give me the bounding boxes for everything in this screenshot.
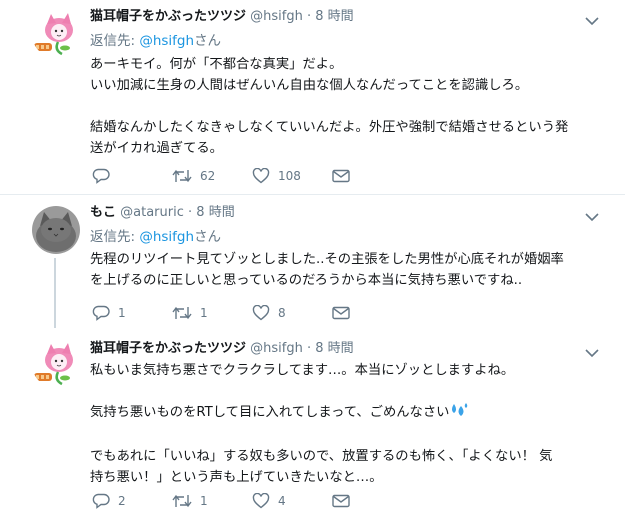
message-button[interactable] [332, 166, 350, 186]
tweet-header: 猫耳帽子をかぶったツツジ @hsifgh · 8 時間 [90, 8, 354, 26]
like-button[interactable]: 4 [252, 491, 286, 511]
avatar-cat-flower[interactable] [32, 10, 80, 58]
reply-suffix: さん [194, 229, 222, 245]
reply-button[interactable] [92, 166, 118, 186]
tweet-text: 私もいま気持ち悪さでクラクラしてます…。本当にゾッとしますよね。 気持ち悪いもの… [90, 360, 615, 488]
reply-icon [92, 305, 110, 321]
avatar-cat-flower[interactable] [32, 340, 80, 388]
thread-connector-line [54, 258, 56, 328]
retweet-count: 1 [200, 494, 208, 508]
display-name[interactable]: 猫耳帽子をかぶったツツジ [90, 341, 246, 356]
tweet-text: あーキモイ。何が「不都合な真実」だよ。 いい加減に生身の人間はぜんいん自由な個人… [90, 57, 569, 156]
retweet-count: 1 [200, 306, 208, 320]
message-button[interactable] [332, 303, 350, 323]
user-handle[interactable]: @ataruric [120, 205, 184, 220]
tweet-actions: 1 1 8 [90, 303, 390, 323]
timestamp[interactable]: 8 時間 [315, 341, 353, 356]
envelope-icon [332, 169, 350, 183]
timestamp[interactable]: 8 時間 [315, 9, 353, 24]
tweet-text: 先程のリツイート見てゾッとしました..その主張をした男性が心底それが婚姻率 を上… [90, 252, 564, 288]
reply-handle-link[interactable]: @hsifgh [139, 33, 194, 49]
message-button[interactable] [332, 491, 350, 511]
retweet-icon [172, 169, 192, 183]
like-count: 4 [278, 494, 286, 508]
reply-button[interactable]: 1 [92, 303, 126, 323]
avatar-cat-photo[interactable] [32, 206, 80, 254]
reply-to-line: 返信先: @hsifghさん [90, 32, 221, 50]
reply-count: 2 [118, 494, 126, 508]
chevron-down-icon[interactable] [585, 343, 603, 358]
reply-suffix: さん [194, 33, 222, 49]
tweet-actions: 2 1 4 [90, 491, 390, 511]
heart-icon [252, 305, 270, 321]
reply-prefix: 返信先: [90, 229, 140, 245]
retweet-button[interactable]: 1 [172, 491, 208, 511]
reply-handle-link[interactable]: @hsifgh [139, 229, 194, 245]
sweat-droplets-icon [449, 402, 469, 425]
reply-icon [92, 168, 110, 184]
display-name[interactable]: 猫耳帽子をかぶったツツジ [90, 9, 246, 24]
envelope-icon [332, 306, 350, 320]
retweet-icon [172, 494, 192, 508]
retweet-count: 62 [200, 169, 216, 183]
display-name[interactable]: もこ [90, 205, 116, 220]
tweet-actions: 62 108 [90, 166, 390, 186]
chevron-down-icon[interactable] [585, 11, 603, 26]
like-count: 8 [278, 306, 286, 320]
separator-dot: · [188, 205, 193, 220]
tweet-header: もこ @ataruric · 8 時間 [90, 204, 235, 222]
envelope-icon [332, 494, 350, 508]
reply-to-line: 返信先: @hsifghさん [90, 228, 221, 246]
user-handle[interactable]: @hsifgh [250, 9, 303, 24]
retweet-icon [172, 306, 192, 320]
reply-count: 1 [118, 306, 126, 320]
reply-prefix: 返信先: [90, 33, 140, 49]
heart-icon [252, 493, 270, 509]
retweet-button[interactable]: 62 [172, 166, 215, 186]
separator-dot: · [307, 341, 312, 356]
tweet-header: 猫耳帽子をかぶったツツジ @hsifgh · 8 時間 [90, 340, 354, 358]
retweet-button[interactable]: 1 [172, 303, 208, 323]
user-handle[interactable]: @hsifgh [250, 341, 303, 356]
like-count: 108 [278, 169, 301, 183]
chevron-down-icon[interactable] [585, 207, 603, 222]
reply-button[interactable]: 2 [92, 491, 126, 511]
tweet-divider [0, 194, 625, 195]
separator-dot: · [307, 9, 312, 24]
like-button[interactable]: 8 [252, 303, 286, 323]
like-button[interactable]: 108 [252, 166, 301, 186]
tweet-text-part-2: でもあれに「いいね」する奴も多いので、放置するのも怖く、「よくない！ 気 持ち悪… [90, 449, 553, 485]
reply-icon [92, 493, 110, 509]
heart-icon [252, 168, 270, 184]
timestamp[interactable]: 8 時間 [196, 205, 234, 220]
